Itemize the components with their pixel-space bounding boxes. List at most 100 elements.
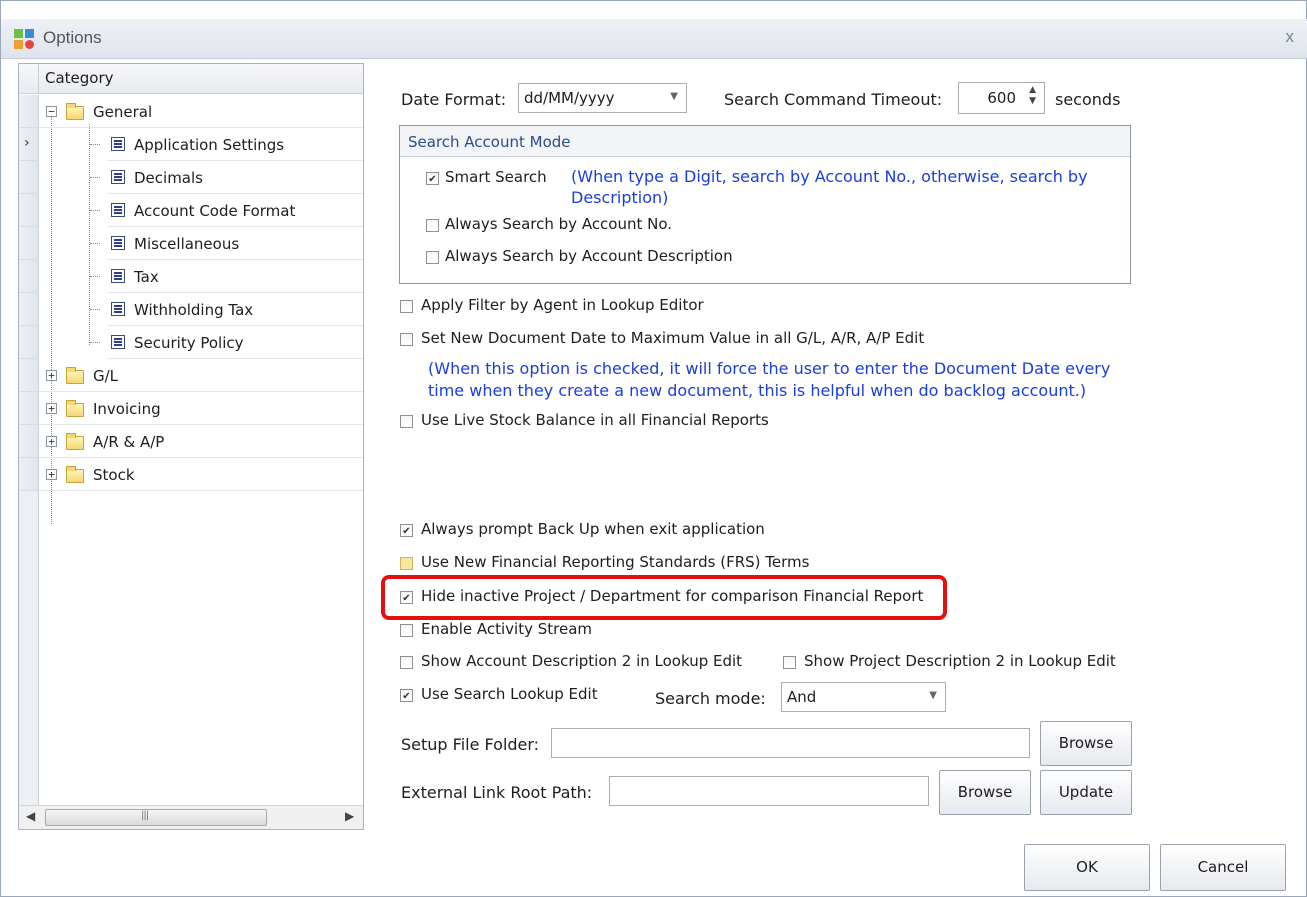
- category-header-label: Category: [45, 69, 114, 87]
- account-desc2-label: Show Account Description 2 in Lookup Edi…: [421, 652, 743, 670]
- tree-item-label: Decimals: [134, 169, 203, 187]
- tree-item-label: Tax: [134, 268, 159, 286]
- search-lookup-edit-checkbox[interactable]: [400, 689, 413, 702]
- tree-item-security-policy[interactable]: Security Policy: [19, 326, 363, 359]
- folder-icon: [66, 466, 84, 483]
- chevron-down-icon[interactable]: ▼: [670, 91, 678, 102]
- ok-button[interactable]: OK: [1024, 844, 1150, 891]
- category-header: Category: [19, 64, 363, 94]
- prompt-backup-checkbox[interactable]: [400, 524, 413, 537]
- app-icon: [14, 29, 34, 49]
- expand-icon[interactable]: +: [46, 403, 57, 414]
- folder-icon: [66, 367, 84, 384]
- title-bar: Options x: [1, 19, 1307, 59]
- date-format-label: Date Format:: [401, 90, 507, 109]
- folder-icon: [66, 400, 84, 417]
- update-button[interactable]: Update: [1040, 770, 1132, 815]
- tree-item-ar-ap[interactable]: + A/R & A/P: [19, 425, 363, 458]
- external-link-label: External Link Root Path:: [401, 783, 593, 802]
- tree-item-label: Security Policy: [134, 334, 244, 352]
- search-by-account-no-checkbox[interactable]: [426, 219, 439, 232]
- external-link-browse-button[interactable]: Browse: [939, 770, 1031, 815]
- tree-item-label: Invoicing: [93, 400, 161, 418]
- category-tree: Category − General › Application Setting…: [18, 63, 364, 830]
- timeout-label: Search Command Timeout:: [724, 90, 943, 109]
- date-format-combo[interactable]: dd/MM/yyyy ▼: [518, 83, 687, 113]
- tree-item-withholding-tax[interactable]: Withholding Tax: [19, 293, 363, 326]
- group-title: Search Account Mode: [408, 133, 571, 151]
- live-stock-balance-label: Use Live Stock Balance in all Financial …: [421, 411, 769, 429]
- doc-date-note: (When this option is checked, it will fo…: [428, 359, 1111, 378]
- horizontal-scrollbar[interactable]: ◀ ||| ▶: [19, 805, 363, 829]
- search-mode-label: Search mode:: [655, 689, 766, 708]
- tree-item-label: G/L: [93, 367, 119, 385]
- scroll-thumb[interactable]: |||: [45, 809, 267, 826]
- search-mode-combo[interactable]: And ▼: [781, 682, 946, 712]
- cancel-button[interactable]: Cancel: [1160, 844, 1286, 891]
- prompt-backup-label: Always prompt Back Up when exit applicat…: [421, 520, 765, 538]
- new-frs-terms-checkbox[interactable]: [400, 557, 413, 570]
- expand-icon[interactable]: +: [46, 469, 57, 480]
- live-stock-balance-checkbox[interactable]: [400, 415, 413, 428]
- apply-filter-agent-label: Apply Filter by Agent in Lookup Editor: [421, 296, 704, 314]
- project-desc2-checkbox[interactable]: [783, 656, 796, 669]
- tree-item-label: Application Settings: [134, 136, 285, 154]
- page-icon: [111, 269, 125, 283]
- folder-icon: [66, 103, 84, 120]
- smart-search-note-cont: Description): [571, 188, 669, 207]
- tree-item-invoicing[interactable]: + Invoicing: [19, 392, 363, 425]
- external-link-input[interactable]: [609, 776, 929, 806]
- page-icon: [111, 137, 125, 151]
- search-by-account-desc-checkbox[interactable]: [426, 251, 439, 264]
- hide-inactive-project-label: Hide inactive Project / Department for c…: [421, 587, 924, 605]
- timeout-unit: seconds: [1055, 90, 1121, 109]
- tree-item-miscellaneous[interactable]: Miscellaneous: [19, 227, 363, 260]
- chevron-down-icon[interactable]: ▼: [929, 690, 937, 701]
- search-lookup-edit-label: Use Search Lookup Edit: [421, 685, 598, 703]
- folder-icon: [66, 433, 84, 450]
- search-by-account-desc-label: Always Search by Account Description: [445, 247, 733, 265]
- tree-item-gl[interactable]: + G/L: [19, 359, 363, 392]
- smart-search-label: Smart Search: [445, 168, 547, 186]
- setup-folder-browse-button[interactable]: Browse: [1040, 721, 1132, 766]
- collapse-icon[interactable]: −: [46, 106, 57, 117]
- account-desc2-checkbox[interactable]: [400, 656, 413, 669]
- tree-item-stock[interactable]: + Stock: [19, 458, 363, 491]
- expand-icon[interactable]: +: [46, 370, 57, 381]
- search-account-mode-group: Search Account Mode Smart Search (When t…: [399, 125, 1131, 284]
- tree-item-label: Account Code Format: [134, 202, 296, 220]
- scroll-left-icon[interactable]: ◀: [26, 809, 35, 823]
- hide-inactive-project-checkbox[interactable]: [400, 591, 413, 604]
- timeout-spinner[interactable]: 600 ▲ ▼: [958, 82, 1045, 114]
- new-frs-terms-label: Use New Financial Reporting Standards (F…: [421, 553, 810, 571]
- doc-date-note-cont: time when they create a new document, th…: [428, 381, 1087, 400]
- tree-item-application-settings[interactable]: › Application Settings: [19, 128, 363, 161]
- tree-item-decimals[interactable]: Decimals: [19, 161, 363, 194]
- tree-item-general[interactable]: − General: [19, 95, 363, 128]
- page-icon: [111, 302, 125, 316]
- page-icon: [111, 236, 125, 250]
- apply-filter-agent-checkbox[interactable]: [400, 300, 413, 313]
- tree-item-account-code-format[interactable]: Account Code Format: [19, 194, 363, 227]
- setup-folder-input[interactable]: [551, 728, 1030, 758]
- close-icon[interactable]: x: [1286, 27, 1295, 47]
- scroll-right-icon[interactable]: ▶: [345, 809, 354, 823]
- project-desc2-label: Show Project Description 2 in Lookup Edi…: [804, 652, 1116, 670]
- set-new-doc-date-checkbox[interactable]: [400, 333, 413, 346]
- activity-stream-checkbox[interactable]: [400, 624, 413, 637]
- spin-arrows-icon[interactable]: ▲ ▼: [1029, 85, 1036, 107]
- page-icon: [111, 335, 125, 349]
- set-new-doc-date-label: Set New Document Date to Maximum Value i…: [421, 329, 925, 347]
- page-icon: [111, 203, 125, 217]
- options-dialog: Options x Category − General › Applicati…: [0, 0, 1307, 897]
- smart-search-checkbox[interactable]: [426, 172, 439, 185]
- tree-item-label: General: [93, 103, 153, 121]
- smart-search-note: (When type a Digit, search by Account No…: [571, 167, 1088, 186]
- window-title: Options: [43, 28, 102, 47]
- tree-item-label: Stock: [93, 466, 135, 484]
- tree-item-label: Withholding Tax: [134, 301, 254, 319]
- search-by-account-no-label: Always Search by Account No.: [445, 215, 673, 233]
- tree-item-tax[interactable]: Tax: [19, 260, 363, 293]
- tree-item-label: A/R & A/P: [93, 433, 165, 451]
- expand-icon[interactable]: +: [46, 436, 57, 447]
